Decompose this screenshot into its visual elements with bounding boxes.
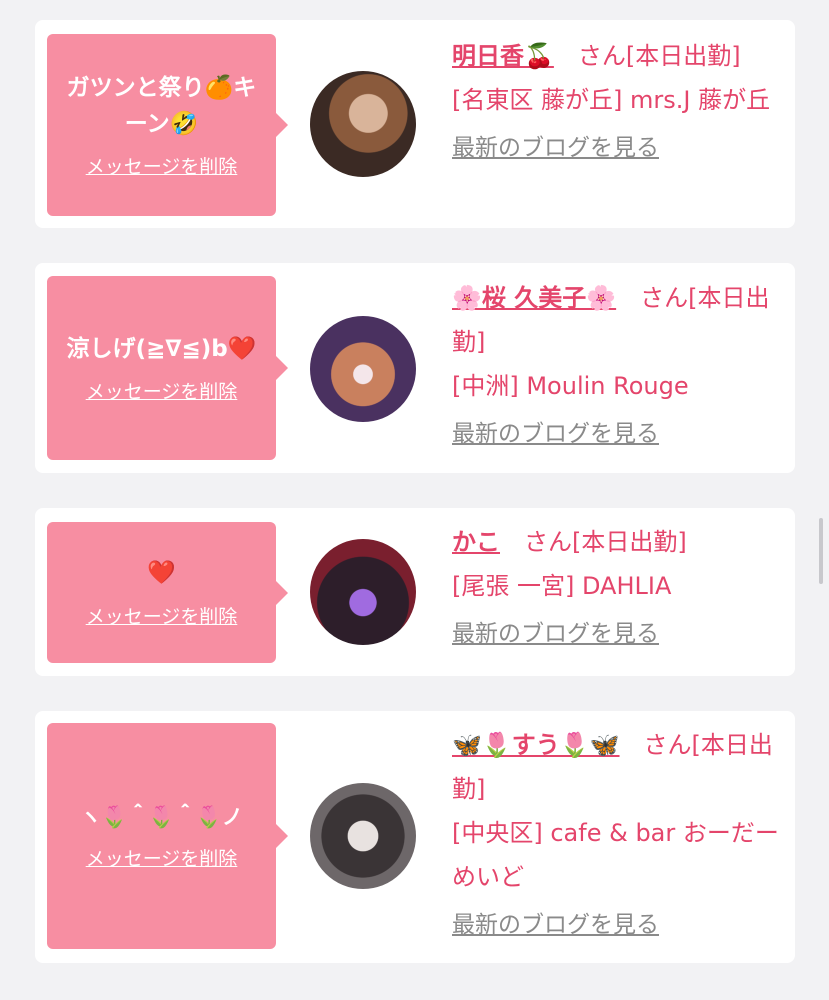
profile-info: かこ さん[本日出勤] [尾張 一宮] DAHLIA 最新のブログを見る [452, 520, 782, 656]
message-text: ❤️ [147, 560, 176, 587]
message-card: 涼しげ(≧∇≦)b❤️ メッセージを削除 🌸桜 久美子🌸 さん[本日出勤] [中… [35, 263, 795, 473]
profile-info: 明日香🍒 さん[本日出勤] [名東区 藤が丘] mrs.J 藤が丘 最新のブログ… [452, 34, 782, 170]
profile-info: 🌸桜 久美子🌸 さん[本日出勤] [中洲] Moulin Rouge 最新のブロ… [452, 276, 782, 456]
latest-blog-link[interactable]: 最新のブログを見る [452, 412, 782, 456]
message-bubble: 涼しげ(≧∇≦)b❤️ メッセージを削除 [47, 276, 288, 460]
latest-blog-link[interactable]: 最新のブログを見る [452, 903, 782, 947]
message-card: ガツンと祭り🍊キーン🤣 メッセージを削除 明日香🍒 さん[本日出勤] [名東区 … [35, 20, 795, 228]
work-status: さん[本日出勤] [524, 528, 687, 556]
work-status: さん[本日出勤] [577, 42, 741, 70]
delete-message-link[interactable]: メッセージを削除 [86, 844, 238, 871]
message-text: ガツンと祭り🍊キーン🤣 [66, 74, 257, 137]
delete-message-link[interactable]: メッセージを削除 [86, 377, 238, 404]
profile-info: 🦋🌷すう🌷🦋 さん[本日出勤] [中央区] cafe & bar おーだーめいど… [452, 723, 782, 947]
message-card: ❤️ メッセージを削除 かこ さん[本日出勤] [尾張 一宮] DAHLIA 最… [35, 508, 795, 676]
delete-message-link[interactable]: メッセージを削除 [86, 602, 238, 629]
avatar[interactable] [310, 71, 416, 177]
scrollbar[interactable] [819, 518, 823, 584]
avatar[interactable] [310, 316, 416, 422]
shop-location: [名東区 藤が丘] mrs.J 藤が丘 [452, 86, 771, 114]
message-bubble: ヽ🌷＾🌷＾🌷ノ メッセージを削除 [47, 723, 288, 949]
shop-location: [尾張 一宮] DAHLIA [452, 572, 672, 600]
delete-message-link[interactable]: メッセージを削除 [86, 152, 238, 179]
shop-location: [中洲] Moulin Rouge [452, 372, 689, 400]
profile-name-link[interactable]: 🦋🌷すう🌷🦋 [452, 731, 620, 759]
shop-location: [中央区] cafe & bar おーだーめいど [452, 819, 779, 891]
avatar[interactable] [310, 539, 416, 645]
latest-blog-link[interactable]: 最新のブログを見る [452, 612, 782, 656]
profile-name-link[interactable]: 明日香🍒 [452, 42, 554, 70]
profile-name-link[interactable]: 🌸桜 久美子🌸 [452, 284, 616, 312]
message-bubble: ❤️ メッセージを削除 [47, 522, 288, 663]
latest-blog-link[interactable]: 最新のブログを見る [452, 126, 782, 170]
avatar[interactable] [310, 783, 416, 889]
message-text: 涼しげ(≧∇≦)b❤️ [66, 335, 257, 362]
message-card: ヽ🌷＾🌷＾🌷ノ メッセージを削除 🦋🌷すう🌷🦋 さん[本日出勤] [中央区] c… [35, 711, 795, 963]
message-bubble: ガツンと祭り🍊キーン🤣 メッセージを削除 [47, 34, 288, 216]
profile-name-link[interactable]: かこ [452, 528, 500, 556]
message-text: ヽ🌷＾🌷＾🌷ノ [80, 805, 243, 830]
